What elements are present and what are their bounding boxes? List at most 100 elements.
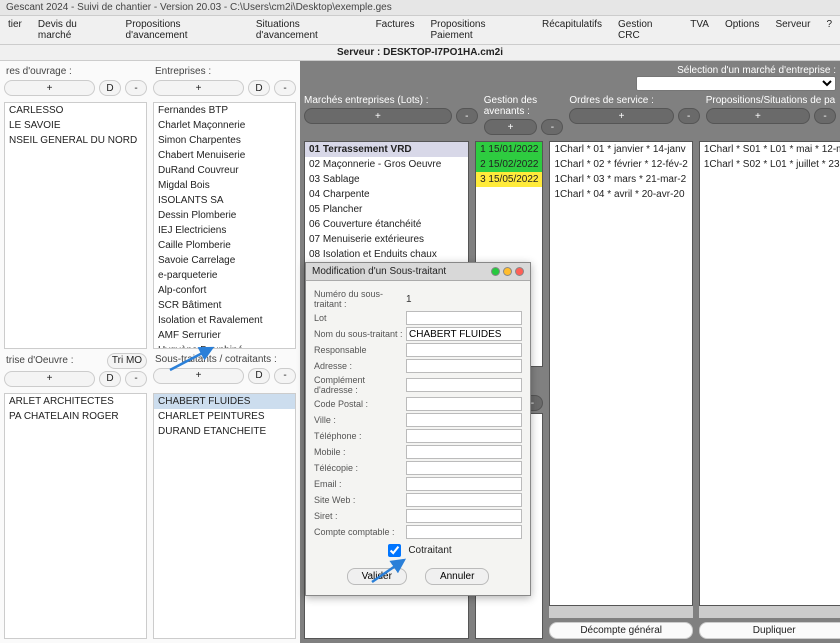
- list-item[interactable]: 1Charl * S01 * L01 * mai * 12-m: [700, 142, 840, 157]
- menu-item[interactable]: TVA: [686, 18, 713, 42]
- entreprises-list[interactable]: Fernandes BTPCharlet MaçonnerieSimon Cha…: [153, 102, 296, 349]
- compte-field[interactable]: [406, 525, 522, 539]
- list-item[interactable]: Caille Plomberie: [154, 238, 295, 253]
- menu-item[interactable]: Récapitulatifs: [538, 18, 606, 42]
- list-item[interactable]: SCR Bâtiment: [154, 298, 295, 313]
- add-button[interactable]: +: [4, 371, 95, 387]
- ville-field[interactable]: [406, 413, 522, 427]
- annuler-button[interactable]: Annuler: [425, 568, 489, 585]
- list-item[interactable]: DuRand Couvreur: [154, 163, 295, 178]
- menu-item[interactable]: Situations d'avancement: [252, 18, 364, 42]
- menu-item[interactable]: Propositions Paiement: [426, 18, 530, 42]
- telecopie-field[interactable]: [406, 461, 522, 475]
- maitrise-oeuvre-list[interactable]: ARLET ARCHITECTESPA CHATELAIN ROGER: [4, 393, 147, 640]
- minus-button[interactable]: -: [541, 119, 563, 135]
- cp-field[interactable]: [406, 397, 522, 411]
- add-button[interactable]: +: [153, 368, 244, 384]
- email-field[interactable]: [406, 477, 522, 491]
- responsable-field[interactable]: [406, 343, 522, 357]
- telephone-field[interactable]: [406, 429, 522, 443]
- list-item[interactable]: 3 15/05/2022: [476, 172, 542, 187]
- minus-button[interactable]: -: [814, 108, 836, 124]
- menu-item[interactable]: ?: [822, 18, 836, 42]
- list-item[interactable]: CHARLET PEINTURES: [154, 409, 295, 424]
- add-button[interactable]: +: [4, 80, 95, 96]
- list-item[interactable]: PA CHATELAIN ROGER: [5, 409, 146, 424]
- list-item[interactable]: 1 15/01/2022: [476, 142, 542, 157]
- minus-button[interactable]: -: [456, 108, 478, 124]
- list-item[interactable]: DURAND ETANCHEITE: [154, 424, 295, 439]
- list-item[interactable]: 2 15/02/2022: [476, 157, 542, 172]
- menu-item[interactable]: tier: [4, 18, 26, 42]
- minus-button[interactable]: -: [678, 108, 700, 124]
- list-item[interactable]: 03 Sablage: [305, 172, 468, 187]
- list-item[interactable]: LE SAVOIE: [5, 118, 146, 133]
- menu-item[interactable]: Factures: [372, 18, 419, 42]
- minus-button[interactable]: -: [125, 371, 147, 387]
- list-item[interactable]: 1Charl * 01 * janvier * 14-janv: [550, 142, 691, 157]
- minus-button[interactable]: -: [274, 368, 296, 384]
- menu-item[interactable]: Gestion CRC: [614, 18, 678, 42]
- add-button[interactable]: +: [706, 108, 810, 124]
- list-item[interactable]: Alp-confort: [154, 283, 295, 298]
- add-button[interactable]: +: [153, 80, 244, 96]
- list-item[interactable]: 06 Couverture étanchéité: [305, 217, 468, 232]
- complement-field[interactable]: [406, 378, 522, 392]
- list-item[interactable]: Fernandes BTP: [154, 103, 295, 118]
- list-item[interactable]: CARLESSO: [5, 103, 146, 118]
- list-item[interactable]: Dessin Plomberie: [154, 208, 295, 223]
- maximize-icon[interactable]: [503, 267, 512, 276]
- siteweb-field[interactable]: [406, 493, 522, 507]
- adresse-field[interactable]: [406, 359, 522, 373]
- list-item[interactable]: Hygyène Dauphiné: [154, 343, 295, 349]
- propositions-list[interactable]: 1Charl * S01 * L01 * mai * 12-m1Charl * …: [699, 141, 840, 606]
- list-item[interactable]: 1Charl * 04 * avril * 20-avr-20: [550, 187, 691, 202]
- sous-traitants-list[interactable]: CHABERT FLUIDESCHARLET PEINTURESDURAND E…: [153, 393, 296, 640]
- valider-button[interactable]: Valider: [347, 568, 407, 585]
- tri-mo-button[interactable]: Tri MO: [107, 353, 147, 369]
- list-item[interactable]: e-parqueterie: [154, 268, 295, 283]
- list-item[interactable]: 1Charl * 02 * février * 12-fév-2: [550, 157, 691, 172]
- dupliquer-button[interactable]: Dupliquer: [699, 622, 840, 639]
- list-item[interactable]: NSEIL GENERAL DU NORD: [5, 133, 146, 148]
- menu-item[interactable]: Serveur: [771, 18, 814, 42]
- add-button[interactable]: +: [304, 108, 452, 124]
- siret-field[interactable]: [406, 509, 522, 523]
- d-button[interactable]: D: [248, 368, 270, 384]
- add-button[interactable]: +: [569, 108, 673, 124]
- decompte-button[interactable]: Décompte général: [549, 622, 692, 639]
- mobile-field[interactable]: [406, 445, 522, 459]
- list-item[interactable]: Chabert Menuiserie: [154, 148, 295, 163]
- minus-button[interactable]: -: [274, 80, 296, 96]
- close-icon[interactable]: [515, 267, 524, 276]
- lot-field[interactable]: [406, 311, 522, 325]
- list-item[interactable]: 1Charl * S02 * L01 * juillet * 23: [700, 157, 840, 172]
- list-item[interactable]: ARLET ARCHITECTES: [5, 394, 146, 409]
- d-button[interactable]: D: [248, 80, 270, 96]
- list-item[interactable]: CHABERT FLUIDES: [154, 394, 295, 409]
- list-item[interactable]: IEJ Electriciens: [154, 223, 295, 238]
- d-button[interactable]: D: [99, 371, 121, 387]
- list-item[interactable]: Savoie Carrelage: [154, 253, 295, 268]
- add-button[interactable]: +: [484, 119, 538, 135]
- list-item[interactable]: AMF Serrurier: [154, 328, 295, 343]
- list-item[interactable]: 07 Menuiserie extérieures: [305, 232, 468, 247]
- list-item[interactable]: Isolation et Ravalement: [154, 313, 295, 328]
- list-item[interactable]: Charlet Maçonnerie: [154, 118, 295, 133]
- list-item[interactable]: 05 Plancher: [305, 202, 468, 217]
- list-item[interactable]: 01 Terrassement VRD: [305, 142, 468, 157]
- list-item[interactable]: 02 Maçonnerie - Gros Oeuvre: [305, 157, 468, 172]
- menu-item[interactable]: Propositions d'avancement: [122, 18, 244, 42]
- minimize-icon[interactable]: [491, 267, 500, 276]
- list-item[interactable]: 1Charl * 03 * mars * 21-mar-2: [550, 172, 691, 187]
- minus-button[interactable]: -: [125, 80, 147, 96]
- list-item[interactable]: Simon Charpentes: [154, 133, 295, 148]
- list-item[interactable]: ISOLANTS SA: [154, 193, 295, 208]
- window-controls[interactable]: [491, 267, 524, 276]
- menu-item[interactable]: Options: [721, 18, 763, 42]
- cotraitant-checkbox[interactable]: [388, 544, 401, 557]
- list-item[interactable]: 04 Charpente: [305, 187, 468, 202]
- list-item[interactable]: 08 Isolation et Enduits chaux: [305, 247, 468, 262]
- list-item[interactable]: Migdal Bois: [154, 178, 295, 193]
- menu-item[interactable]: Devis du marché: [34, 18, 114, 42]
